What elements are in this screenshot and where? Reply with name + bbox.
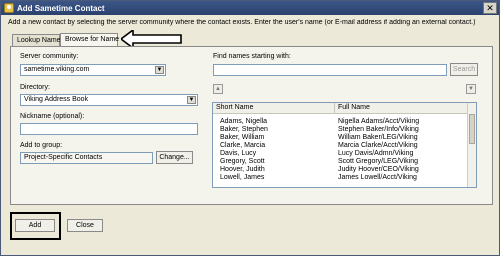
add-to-group-label: Add to group: — [20, 142, 63, 149]
row-full-name[interactable]: Scott Gregory/LEG/Viking — [338, 158, 418, 166]
row-full-name[interactable]: Lucy Davis/Admn/Viking — [338, 150, 413, 158]
sametime-icon — [4, 3, 14, 13]
nickname-input[interactable] — [20, 123, 198, 135]
chevron-down-icon[interactable]: ▼ — [187, 96, 196, 104]
row-full-name[interactable]: Judity Hoover/CEO/Viking — [338, 166, 419, 174]
dialog-window: Add Sametime Contact ✕ Add a new contact… — [0, 0, 500, 256]
row-short-name[interactable]: Gregory, Scott — [220, 158, 265, 166]
close-window-button[interactable]: ✕ — [483, 2, 497, 14]
directory-label: Directory: — [20, 84, 50, 91]
column-short-name[interactable]: Short Name — [213, 103, 335, 114]
row-full-name[interactable]: James Lowell/Acct/Viking — [338, 174, 417, 182]
nickname-label: Nickname (optional): — [20, 113, 85, 120]
search-button[interactable]: Search — [450, 63, 478, 76]
names-list[interactable]: Short Name Full Name Adams, Nigella Nige… — [212, 102, 477, 188]
row-short-name[interactable]: Baker, William — [220, 134, 264, 142]
window-title: Add Sametime Contact — [17, 3, 105, 13]
chevron-down-icon[interactable]: ▼ — [155, 66, 164, 74]
find-names-input[interactable] — [213, 64, 447, 76]
directory-value: Viking Address Book — [24, 96, 89, 103]
row-short-name[interactable]: Baker, Stephen — [220, 126, 268, 134]
find-names-label: Find names starting with: — [213, 53, 291, 60]
server-community-label: Server community: — [20, 53, 79, 60]
row-short-name[interactable]: Lowell, James — [220, 174, 264, 182]
row-short-name[interactable]: Adams, Nigella — [220, 118, 267, 126]
row-full-name[interactable]: William Baker/LEG/Viking — [338, 134, 418, 142]
tab-lookup-name[interactable]: Lookup Name — [12, 34, 61, 46]
add-button[interactable]: Add — [15, 219, 55, 232]
row-short-name[interactable]: Clarke, Marcia — [220, 142, 265, 150]
column-full-name[interactable]: Full Name — [335, 103, 469, 114]
list-scrollbar[interactable] — [467, 103, 476, 187]
row-full-name[interactable]: Nigella Adams/Acct/Viking — [338, 118, 419, 126]
scroll-down-icon[interactable]: ▼ — [466, 84, 476, 94]
row-full-name[interactable]: Stephen Baker/Info/Viking — [338, 126, 419, 134]
instructions-text: Add a new contact by selecting the serve… — [8, 19, 476, 26]
scrollbar-thumb[interactable] — [469, 114, 475, 144]
row-short-name[interactable]: Davis, Lucy — [220, 150, 256, 158]
tab-browse-for-name[interactable]: Browse for Name — [60, 33, 119, 46]
change-group-button[interactable]: Change... — [156, 151, 193, 164]
list-header: Short Name Full Name — [213, 103, 476, 114]
close-button[interactable]: Close — [67, 219, 103, 232]
scroll-up-icon[interactable]: ▲ — [213, 84, 223, 94]
directory-select[interactable]: Viking Address Book ▼ — [20, 94, 198, 106]
group-field: Project-Specific Contacts — [20, 152, 153, 164]
row-short-name[interactable]: Hoover, Judith — [220, 166, 265, 174]
title-bar[interactable]: Add Sametime Contact ✕ — [1, 1, 499, 15]
server-community-select[interactable]: sametime.viking.com ▼ — [20, 64, 166, 76]
server-community-value: sametime.viking.com — [24, 66, 90, 73]
row-full-name[interactable]: Marcia Clarke/Acct/Viking — [338, 142, 418, 150]
